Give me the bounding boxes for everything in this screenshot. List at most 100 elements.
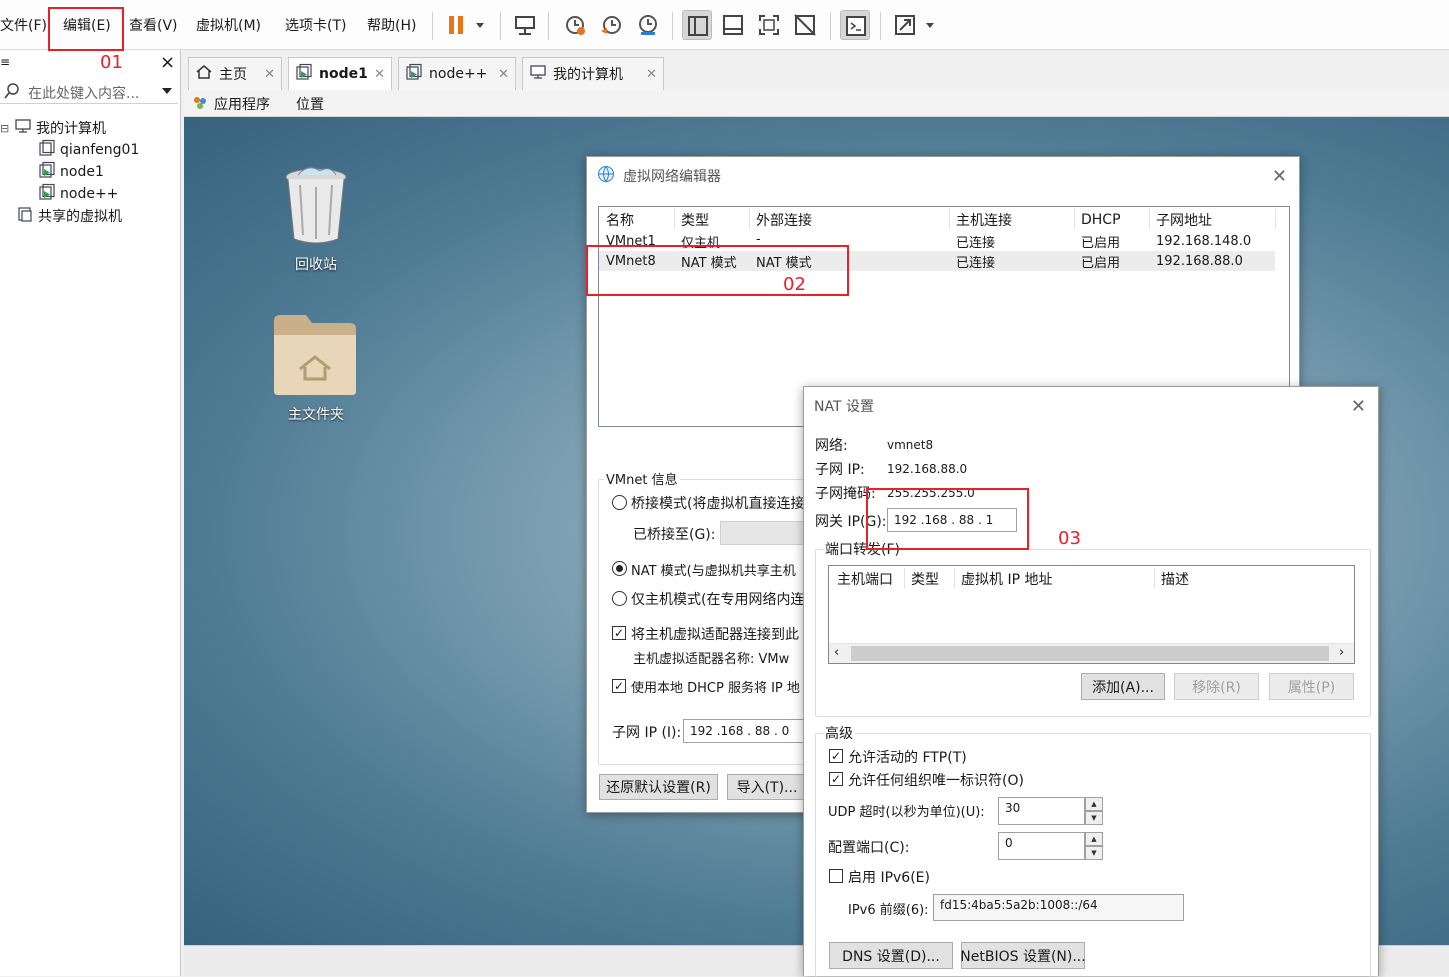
dropdown-arrow-icon[interactable] [920, 10, 940, 40]
tree-item-qianfeng01[interactable]: qianfeng01 [38, 139, 139, 161]
column-header[interactable]: 类型 [911, 569, 939, 589]
allow-uid-checkbox[interactable]: ✓ [829, 772, 843, 786]
adapter-name-label: 主机虚拟适配器名称: VMw [633, 652, 790, 667]
stepper-up-icon: ▲ [1085, 797, 1103, 811]
netbios-settings-button[interactable]: NetBIOS 设置(N)... [960, 942, 1086, 969]
properties-button[interactable]: 属性(P) [1269, 673, 1354, 700]
tab-label: node1 [319, 66, 368, 82]
udp-timeout-input[interactable]: 30 [998, 797, 1085, 825]
config-port-input[interactable]: 0 [998, 832, 1085, 860]
tab-close-icon[interactable]: ✕ [498, 67, 509, 82]
nat-radio[interactable] [612, 561, 627, 576]
menu-help[interactable]: 帮助(H) [367, 15, 416, 35]
column-header[interactable]: 名称 [606, 210, 634, 230]
library-view-icon[interactable] [682, 10, 712, 40]
home-folder-label: 主文件夹 [288, 407, 344, 423]
menu-tabs[interactable]: 选项卡(T) [285, 15, 346, 35]
bridged-to-select[interactable] [720, 521, 810, 545]
tab-close-icon[interactable]: ✕ [264, 67, 275, 82]
console-view-icon[interactable] [840, 10, 870, 40]
dhcp-checkbox[interactable]: ✓ [612, 679, 626, 693]
bridged-radio[interactable] [612, 495, 627, 510]
stretch-view-icon[interactable] [890, 10, 920, 40]
menu-vm[interactable]: 虚拟机(M) [196, 15, 261, 35]
thumbnail-bar-icon[interactable] [718, 10, 748, 40]
tree-item-my-computer[interactable]: ⊟ 我的计算机 [0, 117, 106, 139]
shared-vm-icon [16, 205, 34, 227]
pause-icon[interactable] [442, 10, 472, 40]
column-header[interactable]: 描述 [1161, 569, 1189, 589]
port-forwarding-list[interactable]: 主机端口 类型 虚拟机 IP 地址 描述 ‹ › [828, 565, 1355, 664]
toolbar-separator [880, 12, 881, 40]
tab-node1[interactable]: node1 ✕ [288, 57, 392, 90]
subnet-ip-value: 192.168.88.0 [887, 462, 968, 476]
tree-label: node++ [60, 186, 119, 202]
column-header[interactable]: 外部连接 [756, 210, 812, 230]
hostonly-radio[interactable] [612, 591, 627, 606]
cell-subnet: 192.168.148.0 [1156, 234, 1252, 249]
library-close-button[interactable]: × [160, 52, 175, 73]
chevron-down-icon[interactable] [160, 84, 174, 102]
collapse-icon[interactable]: ⊟ [0, 122, 10, 135]
column-header[interactable]: 子网地址 [1156, 210, 1212, 230]
ipv6-prefix-input[interactable]: fd15:4ba5:5a2b:1008::/64 [933, 894, 1184, 921]
snapshot-manager-icon[interactable] [633, 10, 663, 40]
snapshot-revert-icon[interactable] [597, 10, 627, 40]
tab-label: 我的计算机 [553, 67, 623, 83]
chevron-left-icon[interactable]: ‹ [834, 645, 839, 660]
tree-item-node-plus[interactable]: node++ [38, 183, 118, 205]
column-header[interactable]: 主机端口 [837, 569, 893, 589]
import-button[interactable]: 导入(T)... [727, 774, 807, 800]
home-folder-icon[interactable] [272, 313, 358, 401]
config-port-stepper[interactable]: ▲ ▼ [1085, 832, 1103, 860]
horizontal-scrollbar[interactable]: ‹ › [829, 643, 1354, 663]
cell-host: 已连接 [956, 256, 996, 271]
library-search[interactable]: 在此处键入内容... [0, 80, 178, 104]
ipv6-checkbox[interactable] [829, 869, 843, 883]
library-title: ≡ [0, 55, 11, 69]
vm-running-icon [38, 183, 56, 205]
tab-my-computer[interactable]: 我的计算机 ✕ [522, 57, 664, 90]
udp-timeout-stepper[interactable]: ▲ ▼ [1085, 797, 1103, 825]
guest-menu-places[interactable]: 位置 [296, 94, 324, 114]
snapshot-take-icon[interactable] [560, 10, 590, 40]
close-icon[interactable]: ✕ [1272, 166, 1287, 187]
column-header[interactable]: DHCP [1081, 212, 1121, 228]
restore-defaults-button[interactable]: 还原默认设置(R) [599, 774, 718, 800]
scrollbar-thumb[interactable] [851, 646, 1329, 661]
tab-home[interactable]: 主页 ✕ [188, 57, 282, 90]
dns-settings-button[interactable]: DNS 设置(D)... [829, 942, 953, 969]
close-icon[interactable]: ✕ [1351, 396, 1366, 417]
tree-item-shared-vms[interactable]: 共享的虚拟机 [16, 205, 122, 227]
network-globe-icon [597, 165, 615, 187]
tab-close-icon[interactable]: ✕ [646, 67, 657, 82]
guest-menu-applications[interactable]: 应用程序 [214, 94, 270, 114]
tab-close-icon[interactable]: ✕ [374, 67, 385, 82]
add-button[interactable]: 添加(A)... [1081, 673, 1165, 700]
dialog-title-bar: 虚拟网络编辑器 [587, 157, 1299, 195]
tab-node-plus[interactable]: node++ ✕ [398, 57, 516, 90]
trash-icon[interactable] [284, 165, 348, 249]
cell-host: 已连接 [956, 236, 996, 251]
column-header[interactable]: 虚拟机 IP 地址 [961, 569, 1052, 589]
column-header[interactable]: 主机连接 [956, 210, 1012, 230]
chevron-right-icon[interactable]: › [1339, 645, 1344, 660]
ipv6-prefix-label: IPv6 前缀(6): [848, 903, 929, 918]
cell-dhcp: 已启用 [1081, 256, 1121, 271]
full-screen-icon[interactable] [754, 10, 784, 40]
column-header[interactable]: 类型 [681, 210, 709, 230]
menu-view[interactable]: 查看(V) [129, 15, 178, 35]
tree-item-node1[interactable]: node1 [38, 161, 104, 183]
search-input[interactable]: 在此处键入内容... [28, 83, 139, 103]
subnet-ip-input[interactable]: 192 .168 . 88 . 0 [683, 719, 808, 743]
send-ctrl-alt-del-icon[interactable] [510, 10, 540, 40]
search-icon [3, 82, 21, 104]
menu-file[interactable]: 文件(F) [0, 15, 47, 35]
tree-label: node1 [60, 164, 104, 180]
dropdown-arrow-icon[interactable] [470, 10, 490, 40]
applications-icon [192, 95, 208, 115]
remove-button[interactable]: 移除(R) [1174, 673, 1259, 700]
unity-off-icon[interactable] [790, 10, 820, 40]
connect-adapter-checkbox[interactable]: ✓ [612, 626, 626, 640]
allow-ftp-checkbox[interactable]: ✓ [829, 749, 843, 763]
